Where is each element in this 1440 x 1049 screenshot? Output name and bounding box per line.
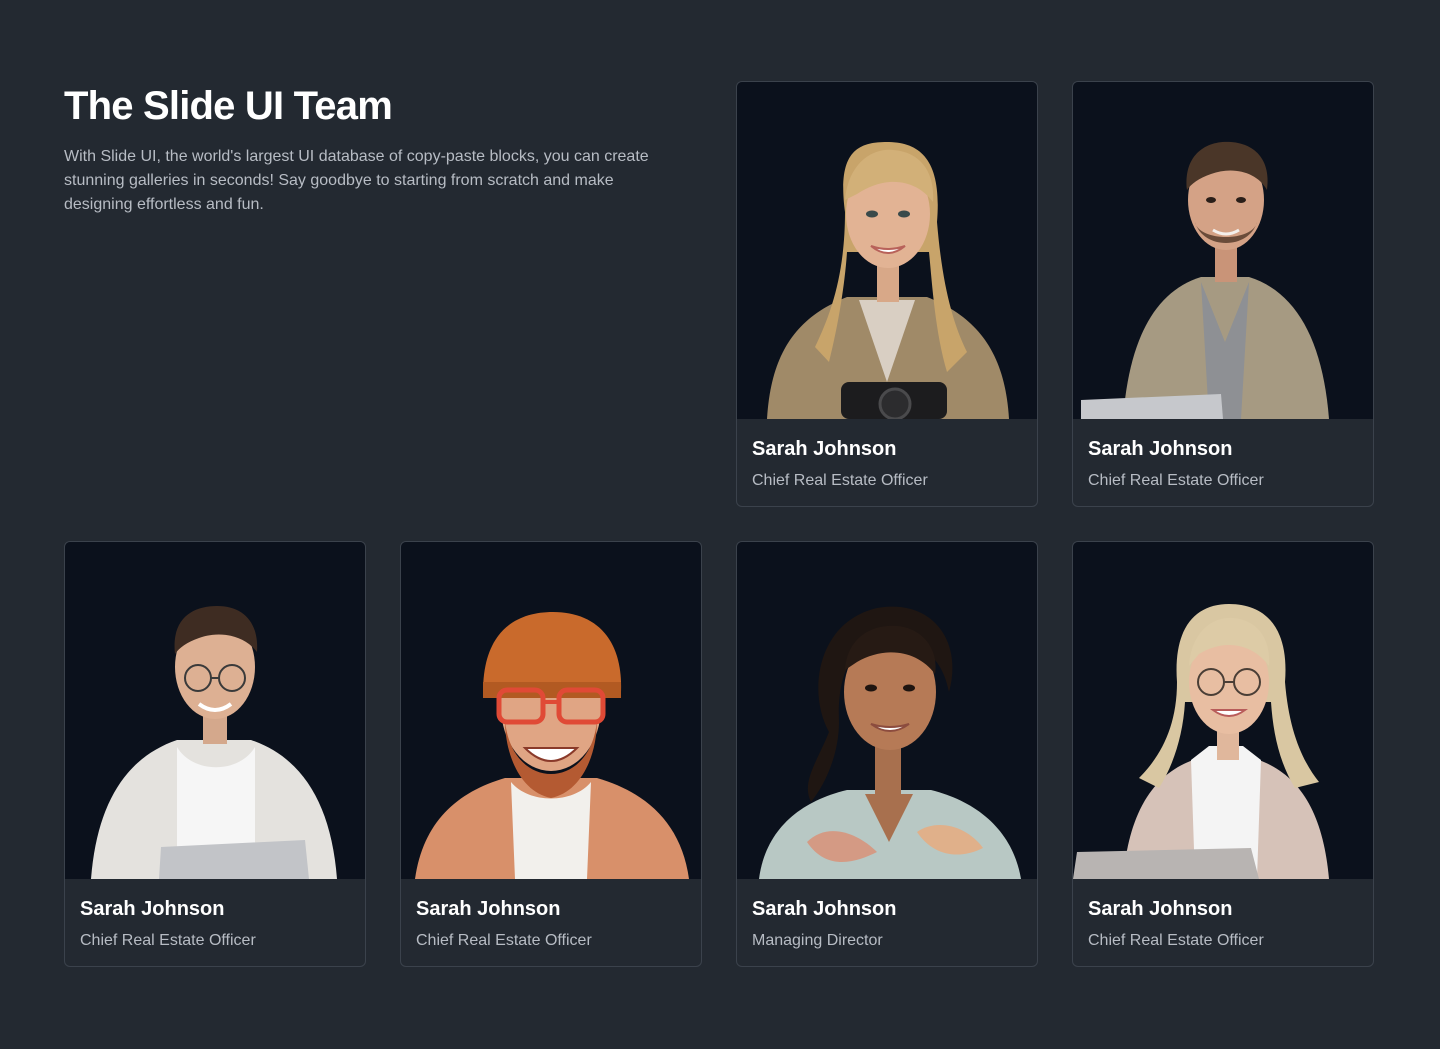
team-member-photo — [1073, 542, 1373, 879]
team-card[interactable]: Sarah Johnson Chief Real Estate Officer — [1072, 81, 1374, 507]
team-member-name: Sarah Johnson — [416, 898, 561, 920]
team-card[interactable]: Sarah Johnson Managing Director — [736, 541, 1038, 967]
team-member-photo — [401, 542, 701, 879]
team-member-photo — [737, 82, 1037, 419]
team-member-name: Sarah Johnson — [1088, 898, 1233, 920]
team-card[interactable]: Sarah Johnson Chief Real Estate Officer — [1072, 541, 1374, 967]
team-member-role: Chief Real Estate Officer — [1088, 932, 1264, 949]
team-member-name: Sarah Johnson — [752, 438, 897, 460]
team-card[interactable]: Sarah Johnson Chief Real Estate Officer — [64, 541, 366, 967]
team-member-role: Managing Director — [752, 932, 883, 949]
team-member-role: Chief Real Estate Officer — [752, 472, 928, 489]
team-member-name: Sarah Johnson — [752, 898, 897, 920]
team-member-role: Chief Real Estate Officer — [80, 932, 256, 949]
team-member-photo — [1073, 82, 1373, 419]
team-member-name: Sarah Johnson — [80, 898, 225, 920]
team-member-photo — [737, 542, 1037, 879]
team-member-role: Chief Real Estate Officer — [416, 932, 592, 949]
page-description: With Slide UI, the world's largest UI da… — [64, 148, 649, 213]
team-card[interactable]: Sarah Johnson Chief Real Estate Officer — [736, 81, 1038, 507]
page-title: The Slide UI Team — [64, 84, 393, 128]
team-card[interactable]: Sarah Johnson Chief Real Estate Officer — [400, 541, 702, 967]
team-section: The Slide UI Team With Slide UI, the wor… — [0, 0, 1440, 1049]
team-member-role: Chief Real Estate Officer — [1088, 472, 1264, 489]
team-member-photo — [65, 542, 365, 879]
team-member-name: Sarah Johnson — [1088, 438, 1233, 460]
